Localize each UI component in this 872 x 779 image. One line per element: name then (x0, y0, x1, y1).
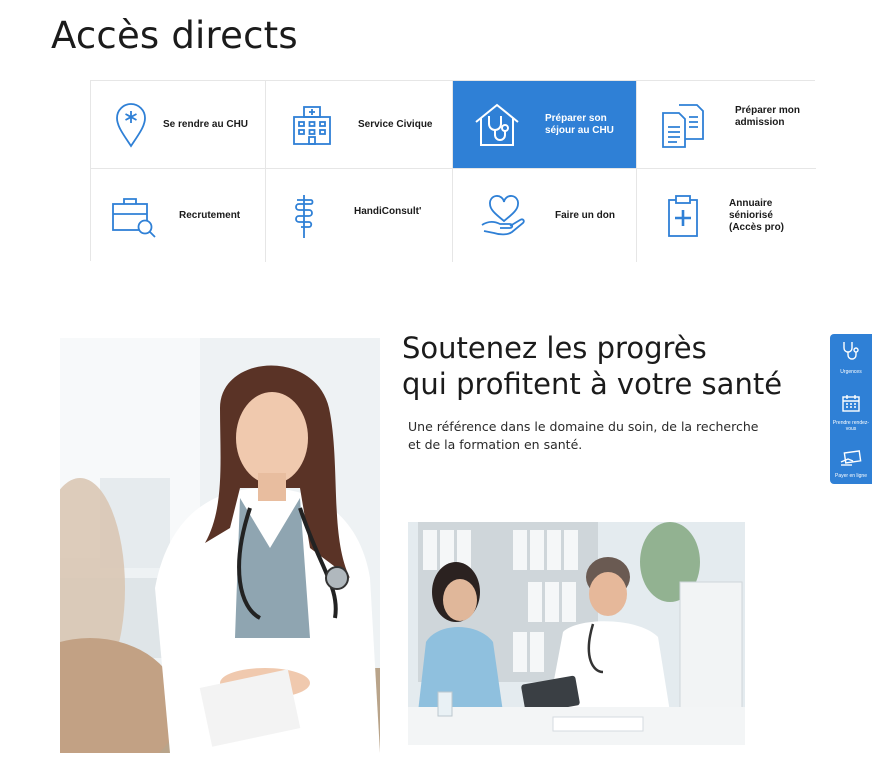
tile-recrutement[interactable]: Recrutement (91, 169, 266, 262)
sidebar-item-label: Urgences (840, 369, 862, 375)
tile-label: Faire un don (555, 209, 615, 221)
hand-heart-icon (475, 188, 531, 244)
briefcase-search-icon (105, 188, 161, 244)
quick-access-grid: Se rendre au CHU Service Civique Prépare… (90, 80, 816, 262)
stethoscope-icon (840, 340, 862, 367)
documents-icon (655, 97, 711, 153)
tile-label: HandiConsult' (354, 205, 422, 217)
consultation-image (408, 522, 745, 745)
sidebar-item-rendez-vous[interactable]: Prendre rendez-vous (831, 393, 871, 432)
tile-annuaire-seniorise[interactable]: Annuaire séniorisé (Accès pro) (637, 169, 816, 262)
tile-label: Annuaire séniorisé (Accès pro) (729, 197, 785, 233)
sticky-quick-sidebar: Urgences Prendre rendez-vous Payer en li… (830, 334, 872, 484)
tile-label: Préparer son séjour au CHU (545, 112, 614, 136)
calendar-icon (841, 393, 861, 418)
payment-card-icon (840, 450, 862, 471)
sidebar-item-payer-en-ligne[interactable]: Payer en ligne (831, 450, 871, 479)
tile-faire-un-don[interactable]: Faire un don (453, 169, 637, 262)
tile-label: Préparer mon admission (735, 104, 801, 128)
location-pin-icon (103, 97, 159, 153)
tile-preparer-mon-admission[interactable]: Préparer mon admission (637, 81, 816, 169)
doctor-portrait-image (60, 338, 380, 753)
sidebar-item-label: Prendre rendez-vous (832, 420, 870, 432)
tile-handiconsult[interactable]: HandiConsult' (266, 169, 453, 262)
promo-subtext: Une référence dans le domaine du soin, d… (408, 419, 759, 452)
promo-headline-line2: qui profitent à votre santé (402, 367, 783, 401)
sidebar-item-label: Payer en ligne (835, 473, 867, 479)
tile-preparer-son-sejour[interactable]: Préparer son séjour au CHU (453, 81, 637, 169)
home-stethoscope-icon (469, 97, 525, 153)
hospital-building-icon (284, 97, 340, 153)
caduceus-icon (276, 188, 332, 244)
clipboard-plus-icon (655, 188, 711, 244)
tile-service-civique[interactable]: Service Civique (266, 81, 453, 169)
tile-se-rendre-au-chu[interactable]: Se rendre au CHU (91, 81, 266, 169)
section-title: Accès directs (51, 14, 298, 57)
tile-label: Recrutement (179, 209, 241, 221)
promo-headline: Soutenez les progrès qui profitent à vot… (402, 330, 782, 402)
promo-headline-line1: Soutenez les progrès (402, 331, 707, 365)
tile-label: Service Civique (358, 118, 433, 130)
sidebar-item-urgences[interactable]: Urgences (831, 340, 871, 375)
tile-label: Se rendre au CHU (163, 118, 249, 130)
